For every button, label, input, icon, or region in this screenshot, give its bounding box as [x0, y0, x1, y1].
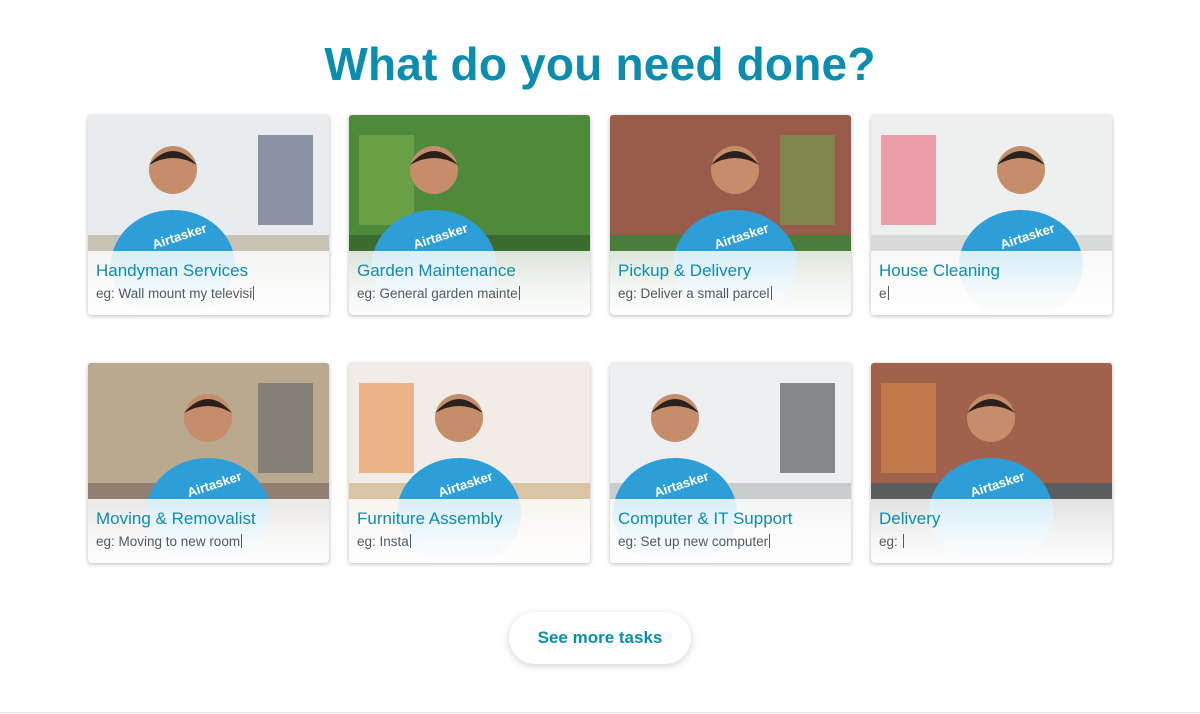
task-example-label: eg: General garden mainte [357, 286, 518, 301]
task-name: Delivery [879, 509, 941, 528]
task-example-label: e [879, 286, 887, 301]
task-example-text: eg: Moving to new room [96, 533, 243, 550]
task-name: Handyman Services [96, 261, 249, 280]
task-card-handyman[interactable]: Airtasker Handyman Services eg: Wall mount… [88, 115, 329, 315]
typing-caret [769, 534, 771, 548]
task-example-text: eg: Set up new computer [618, 533, 771, 550]
task-name: Pickup & Delivery [618, 261, 752, 280]
task-example-label: eg: Insta [357, 534, 409, 549]
task-example-label: eg: Wall mount my televisi [96, 286, 253, 301]
typing-caret [253, 286, 255, 300]
typing-caret [518, 286, 520, 300]
task-example-text: eg: General garden mainte [357, 285, 520, 302]
task-card-delivery[interactable]: Airtasker Delivery eg: [871, 363, 1112, 563]
task-example-text: eg: Deliver a small parcel [618, 285, 772, 302]
task-example-label: eg: Moving to new room [96, 534, 241, 549]
page-title: What do you need done? [324, 38, 876, 90]
typing-caret [770, 286, 772, 300]
typing-caret [409, 534, 411, 548]
typing-caret [887, 286, 889, 300]
see-more-tasks-button[interactable]: See more tasks [509, 612, 691, 664]
task-card-house-cleaning[interactable]: Airtasker House Cleaning e [871, 115, 1112, 315]
task-name: House Cleaning [879, 261, 1000, 280]
task-name: Moving & Removalist [96, 509, 256, 528]
task-grid: Airtasker Handyman Services eg: Wall mount… [88, 115, 1113, 563]
footer-divider [0, 712, 1200, 713]
task-example-label: eg: Set up new computer [618, 534, 769, 549]
task-example-label: eg: Deliver a small parcel [618, 286, 770, 301]
typing-caret [241, 534, 243, 548]
task-name: Computer & IT Support [618, 509, 793, 528]
task-example-text: eg: Wall mount my televisi [96, 285, 255, 302]
task-card-pickup-delivery[interactable]: Airtasker Pickup & Delivery eg: Deliver a … [610, 115, 851, 315]
task-card-furniture-assembly[interactable]: Airtasker Furniture Assembly eg: Insta [349, 363, 590, 563]
task-card-garden[interactable]: Airtasker Garden Maintenance eg: General g… [349, 115, 590, 315]
task-name: Furniture Assembly [357, 509, 503, 528]
task-example-text: e [879, 285, 889, 302]
task-card-moving[interactable]: Airtasker Moving & Removalist eg: Moving t… [88, 363, 329, 563]
task-name: Garden Maintenance [357, 261, 516, 280]
task-example-text: eg: Insta [357, 533, 411, 550]
task-example-label: eg: [879, 534, 902, 549]
typing-caret [902, 534, 904, 548]
task-card-computer-it[interactable]: Airtasker Computer & IT Support eg: Set up… [610, 363, 851, 563]
task-example-text: eg: [879, 533, 904, 550]
